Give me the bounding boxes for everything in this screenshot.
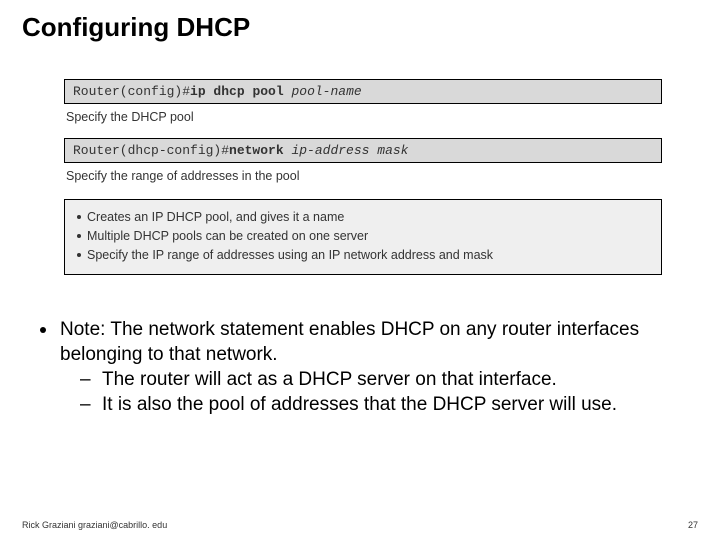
footer-page-number: 27: [688, 520, 698, 530]
command-blocks: Router(config)#ip dhcp pool pool-name Sp…: [64, 79, 662, 197]
dash-icon: –: [80, 392, 92, 417]
notes-box: Creates an IP DHCP pool, and gives it a …: [64, 199, 662, 275]
bullet-dot-icon: [77, 234, 81, 238]
main-bullet-text: Note: The network statement enables DHCP…: [60, 317, 680, 367]
footer-author: Rick Graziani graziani@cabrillo. edu: [22, 520, 167, 530]
main-bullet-body: Note: The network statement enables DHCP…: [60, 317, 680, 417]
notes-item: Specify the IP range of addresses using …: [77, 246, 649, 265]
main-bullet-row: Note: The network statement enables DHCP…: [40, 317, 680, 417]
slide-title: Configuring DHCP: [0, 0, 720, 43]
notes-text: Specify the IP range of addresses using …: [87, 246, 493, 265]
footer: Rick Graziani graziani@cabrillo. edu 27: [22, 520, 698, 530]
cmd-keyword: ip dhcp pool: [190, 84, 284, 99]
dash-icon: –: [80, 367, 92, 392]
cmd-prompt: Router(config)#: [73, 84, 190, 99]
cmd-keyword: network: [229, 143, 284, 158]
notes-item: Creates an IP DHCP pool, and gives it a …: [77, 208, 649, 227]
main-bullets: Note: The network statement enables DHCP…: [40, 317, 680, 417]
sub-bullet-row: – The router will act as a DHCP server o…: [80, 367, 680, 392]
notes-text: Multiple DHCP pools can be created on on…: [87, 227, 368, 246]
notes-text: Creates an IP DHCP pool, and gives it a …: [87, 208, 344, 227]
command-desc-1: Specify the DHCP pool: [64, 104, 662, 138]
sub-bullet-row: – It is also the pool of addresses that …: [80, 392, 680, 417]
bullet-dot-icon: [40, 327, 46, 333]
sub-bullet-text: The router will act as a DHCP server on …: [102, 367, 557, 392]
command-box-1: Router(config)#ip dhcp pool pool-name: [64, 79, 662, 104]
sub-bullet-text: It is also the pool of addresses that th…: [102, 392, 617, 417]
cmd-arg: pool-name: [291, 84, 361, 99]
notes-item: Multiple DHCP pools can be created on on…: [77, 227, 649, 246]
command-desc-2: Specify the range of addresses in the po…: [64, 163, 662, 197]
bullet-dot-icon: [77, 253, 81, 257]
cmd-arg: ip-address mask: [291, 143, 408, 158]
command-box-2: Router(dhcp-config)#network ip-address m…: [64, 138, 662, 163]
bullet-dot-icon: [77, 215, 81, 219]
cmd-prompt: Router(dhcp-config)#: [73, 143, 229, 158]
